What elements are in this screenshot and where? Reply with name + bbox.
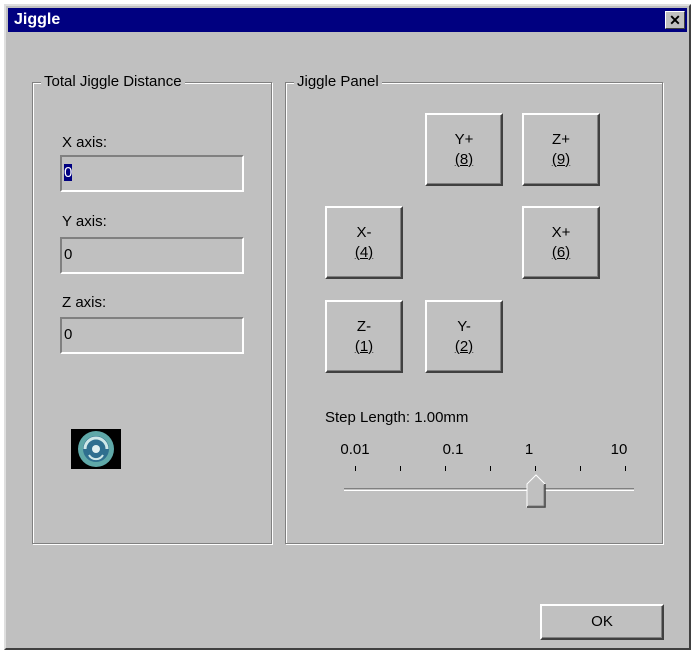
jiggle-panel-legend: Jiggle Panel: [294, 73, 382, 90]
window-title: Jiggle: [14, 11, 61, 28]
x-plus-button[interactable]: X+ (6): [522, 206, 600, 279]
step-length-label: Step Length: 1.00mm: [325, 409, 469, 426]
slider-tick: [355, 466, 356, 471]
y-minus-button[interactable]: Y- (2): [425, 300, 503, 373]
scale-label-1: 1: [524, 441, 534, 458]
y-axis-value: 0: [64, 246, 73, 263]
title-bar: Jiggle ✕: [8, 8, 687, 32]
y-plus-button[interactable]: Y+ (8): [425, 113, 503, 186]
z-minus-button[interactable]: Z- (1): [325, 300, 403, 373]
jiggle-panel-group: Jiggle Panel Y+ (8) Z+ (9) X- (4) X+ (6)…: [285, 73, 663, 544]
slider-tick: [580, 466, 581, 471]
z-minus-key: (1): [354, 337, 374, 355]
slider-tick: [535, 466, 536, 471]
slider-tick: [400, 466, 401, 471]
z-minus-label: Z-: [356, 317, 372, 335]
z-plus-button[interactable]: Z+ (9): [522, 113, 600, 186]
slider-tick: [490, 466, 491, 471]
y-axis-label: Y axis:: [62, 213, 107, 230]
x-minus-key: (4): [354, 243, 374, 261]
x-axis-value: 0: [64, 164, 73, 181]
total-jiggle-distance-legend: Total Jiggle Distance: [41, 73, 185, 90]
z-axis-field[interactable]: 0: [60, 317, 244, 354]
x-plus-key: (6): [551, 243, 571, 261]
x-minus-button[interactable]: X- (4): [325, 206, 403, 279]
x-minus-label: X-: [356, 223, 372, 241]
ok-label: OK: [591, 613, 613, 630]
z-plus-label: Z+: [552, 130, 570, 148]
close-icon: ✕: [669, 12, 681, 28]
slider-tick: [445, 466, 446, 471]
step-length-slider[interactable]: 0.01 0.1 1 10: [326, 433, 646, 508]
slider-thumb[interactable]: [526, 474, 546, 508]
y-axis-field[interactable]: 0: [60, 237, 244, 274]
total-jiggle-distance-group: Total Jiggle Distance X axis: 0 Y axis: …: [32, 73, 272, 544]
z-axis-value: 0: [64, 326, 73, 343]
logo-icon: [71, 429, 121, 469]
y-plus-label: Y+: [454, 130, 474, 148]
y-minus-label: Y-: [457, 317, 471, 335]
y-plus-key: (8): [454, 150, 474, 168]
slider-track: [344, 488, 634, 491]
x-axis-field[interactable]: 0: [60, 155, 244, 192]
scale-label-0-1: 0.1: [442, 441, 464, 458]
y-minus-key: (2): [454, 337, 474, 355]
jiggle-dialog: Jiggle ✕ Total Jiggle Distance X axis: 0…: [4, 4, 691, 650]
slider-tick: [625, 466, 626, 471]
scale-label-0-01: 0.01: [340, 441, 370, 458]
scale-label-10: 10: [610, 441, 628, 458]
x-axis-label: X axis:: [62, 134, 108, 151]
ok-button[interactable]: OK: [540, 604, 664, 640]
x-plus-label: X+: [551, 223, 571, 241]
close-button[interactable]: ✕: [665, 11, 685, 29]
z-plus-key: (9): [551, 150, 571, 168]
z-axis-label: Z axis:: [62, 294, 107, 311]
